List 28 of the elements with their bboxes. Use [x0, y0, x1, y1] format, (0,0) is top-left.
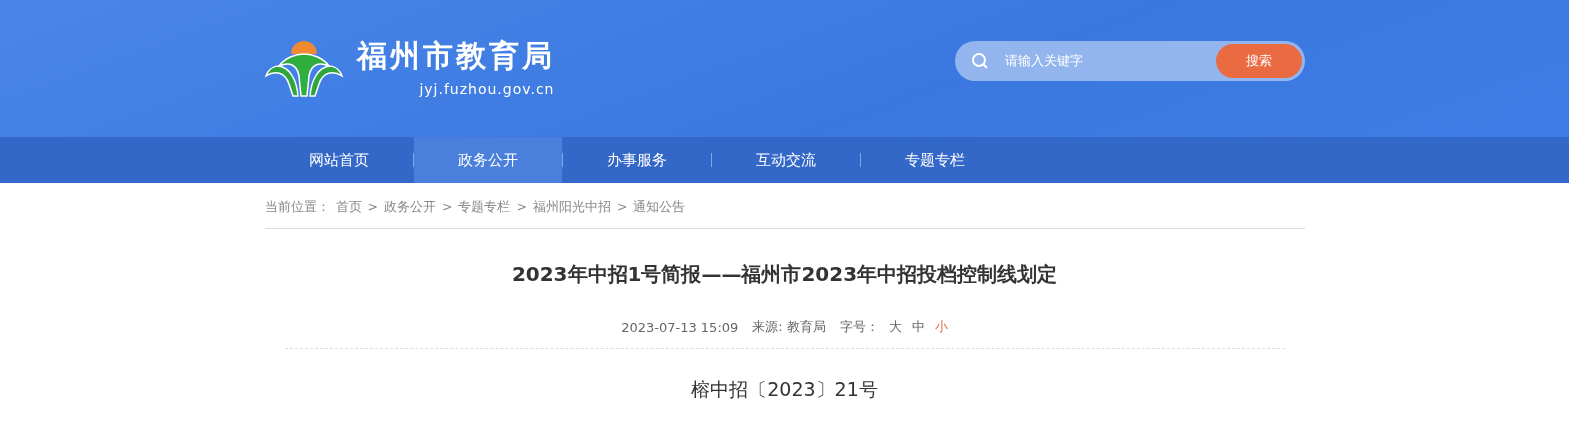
site-url: jyj.fuzhou.gov.cn	[419, 81, 555, 97]
breadcrumb-separator: >	[616, 199, 628, 216]
nav-tab[interactable]: 办事服务	[562, 137, 711, 183]
breadcrumb-link[interactable]: 专题专栏	[458, 199, 511, 216]
breadcrumb-link[interactable]: 通知公告	[633, 199, 686, 216]
search-button[interactable]: 搜索	[1215, 43, 1302, 78]
breadcrumb-separator: >	[516, 199, 527, 216]
nav-tab[interactable]: 专题专栏	[860, 137, 1009, 183]
font-size-label: 字号：	[839, 319, 879, 334]
breadcrumb-label: 当前位置：	[264, 199, 330, 216]
breadcrumb-separator: >	[367, 199, 378, 216]
search-field[interactable]: 请输入关键字 搜索	[954, 40, 1305, 81]
breadcrumb-link[interactable]: 首页	[335, 199, 362, 216]
document-number: 榕中招〔2023〕21号	[690, 377, 879, 402]
breadcrumb-link[interactable]: 政务公开	[384, 199, 436, 216]
nav-tab[interactable]: 网站首页	[264, 137, 413, 183]
article-source: 来源: 教育局	[752, 318, 826, 336]
breadcrumb-separator: >	[442, 199, 453, 216]
nav-tab[interactable]: 政务公开	[413, 137, 562, 183]
font-size-option[interactable]: 中	[911, 319, 925, 334]
breadcrumb-link[interactable]: 福州阳光中招	[532, 199, 611, 216]
font-size-option[interactable]: 大	[888, 319, 902, 334]
nav-tab[interactable]: 互动交流	[711, 137, 860, 183]
font-size-option[interactable]: 小	[934, 319, 948, 334]
publish-date: 2023-07-13 15:09	[621, 319, 739, 335]
search-icon	[970, 51, 989, 70]
article-title: 2023年中招1号简报——福州市2023年中招投档控制线划定	[510, 261, 1059, 288]
site-name: 福州市教育局	[356, 37, 555, 75]
